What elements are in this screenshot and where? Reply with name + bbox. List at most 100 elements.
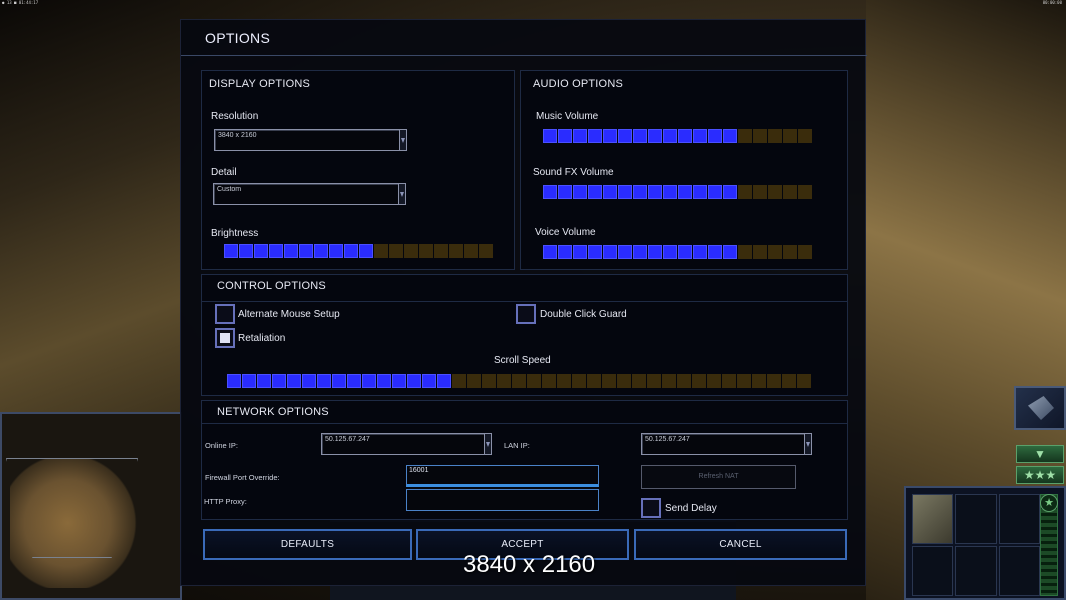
slider-segment[interactable] — [723, 185, 737, 199]
slider-segment[interactable] — [254, 244, 268, 258]
slider-segment[interactable] — [663, 185, 677, 199]
slider-segment[interactable] — [543, 185, 557, 199]
slider-segment[interactable] — [359, 244, 373, 258]
slider-segment[interactable] — [798, 129, 812, 143]
slider-segment[interactable] — [783, 185, 797, 199]
slider-segment[interactable] — [497, 374, 511, 388]
slider-segment[interactable] — [767, 374, 781, 388]
slider-segment[interactable] — [422, 374, 436, 388]
slider-segment[interactable] — [573, 129, 587, 143]
slider-segment[interactable] — [404, 244, 418, 258]
chevron-down-icon[interactable] — [398, 184, 405, 204]
slider-segment[interactable] — [752, 374, 766, 388]
slider-segment[interactable] — [224, 244, 238, 258]
hud-rank-button[interactable]: ★★★ — [1016, 466, 1064, 484]
slider-segment[interactable] — [542, 374, 556, 388]
slider-segment[interactable] — [633, 245, 647, 259]
online-ip-dropdown[interactable]: 50.125.67.247 — [321, 433, 492, 455]
slider-segment[interactable] — [708, 245, 722, 259]
slider-segment[interactable] — [633, 185, 647, 199]
slider-segment[interactable] — [314, 244, 328, 258]
unit-portrait[interactable] — [1014, 386, 1066, 430]
slider-segment[interactable] — [663, 245, 677, 259]
slider-segment[interactable] — [768, 129, 782, 143]
scroll-speed-slider[interactable] — [227, 374, 811, 388]
slider-segment[interactable] — [317, 374, 331, 388]
slider-segment[interactable] — [693, 129, 707, 143]
slider-segment[interactable] — [603, 185, 617, 199]
slider-segment[interactable] — [227, 374, 241, 388]
slider-segment[interactable] — [648, 185, 662, 199]
slider-segment[interactable] — [362, 374, 376, 388]
slider-segment[interactable] — [753, 245, 767, 259]
music-volume-slider[interactable] — [543, 129, 812, 143]
slider-segment[interactable] — [737, 374, 751, 388]
brightness-slider[interactable] — [224, 244, 493, 258]
slider-segment[interactable] — [242, 374, 256, 388]
slider-segment[interactable] — [602, 374, 616, 388]
slider-segment[interactable] — [467, 374, 481, 388]
hud-collapse-button[interactable]: ▼ — [1016, 445, 1064, 463]
retaliation-checkbox[interactable] — [215, 328, 235, 348]
selected-structure-thumbnail[interactable] — [912, 494, 954, 544]
slider-segment[interactable] — [768, 185, 782, 199]
slider-segment[interactable] — [389, 244, 403, 258]
slider-segment[interactable] — [482, 374, 496, 388]
send-delay-checkbox[interactable] — [641, 498, 661, 518]
slider-segment[interactable] — [693, 185, 707, 199]
slider-segment[interactable] — [738, 129, 752, 143]
defaults-button[interactable]: DEFAULTS — [203, 529, 412, 560]
detail-dropdown[interactable]: Custom — [213, 183, 406, 205]
refresh-nat-button[interactable]: Refresh NAT — [641, 465, 796, 489]
slider-segment[interactable] — [753, 129, 767, 143]
slider-segment[interactable] — [798, 185, 812, 199]
chevron-down-icon[interactable] — [399, 130, 406, 150]
slider-segment[interactable] — [708, 129, 722, 143]
sfx-volume-slider[interactable] — [543, 185, 812, 199]
slider-segment[interactable] — [603, 129, 617, 143]
slider-segment[interactable] — [678, 129, 692, 143]
slider-segment[interactable] — [768, 245, 782, 259]
double-click-guard-checkbox[interactable] — [516, 304, 536, 324]
slider-segment[interactable] — [782, 374, 796, 388]
alternate-mouse-checkbox[interactable] — [215, 304, 235, 324]
chevron-down-icon[interactable] — [484, 434, 491, 454]
slider-segment[interactable] — [573, 185, 587, 199]
slider-segment[interactable] — [618, 185, 632, 199]
slider-segment[interactable] — [588, 185, 602, 199]
slider-segment[interactable] — [464, 244, 478, 258]
chevron-down-icon[interactable] — [804, 434, 811, 454]
slider-segment[interactable] — [269, 244, 283, 258]
slider-segment[interactable] — [573, 245, 587, 259]
selection-slot[interactable] — [912, 546, 954, 596]
slider-segment[interactable] — [512, 374, 526, 388]
slider-segment[interactable] — [558, 245, 572, 259]
slider-segment[interactable] — [543, 245, 557, 259]
slider-segment[interactable] — [707, 374, 721, 388]
slider-segment[interactable] — [677, 374, 691, 388]
slider-segment[interactable] — [633, 129, 647, 143]
slider-segment[interactable] — [648, 245, 662, 259]
slider-segment[interactable] — [377, 374, 391, 388]
slider-segment[interactable] — [284, 244, 298, 258]
selection-slot[interactable] — [955, 494, 997, 544]
slider-segment[interactable] — [588, 129, 602, 143]
resolution-dropdown[interactable]: 3840 x 2160 — [214, 129, 407, 151]
slider-segment[interactable] — [632, 374, 646, 388]
slider-segment[interactable] — [434, 244, 448, 258]
cancel-button[interactable]: CANCEL — [634, 529, 847, 560]
slider-segment[interactable] — [662, 374, 676, 388]
firewall-port-input[interactable]: 16001 — [406, 465, 599, 487]
slider-segment[interactable] — [603, 245, 617, 259]
voice-volume-slider[interactable] — [543, 245, 812, 259]
slider-segment[interactable] — [708, 185, 722, 199]
slider-segment[interactable] — [407, 374, 421, 388]
slider-segment[interactable] — [678, 185, 692, 199]
slider-segment[interactable] — [557, 374, 571, 388]
slider-segment[interactable] — [678, 245, 692, 259]
slider-segment[interactable] — [287, 374, 301, 388]
slider-segment[interactable] — [648, 129, 662, 143]
slider-segment[interactable] — [588, 245, 602, 259]
lan-ip-dropdown[interactable]: 50.125.67.247 — [641, 433, 812, 455]
slider-segment[interactable] — [419, 244, 433, 258]
